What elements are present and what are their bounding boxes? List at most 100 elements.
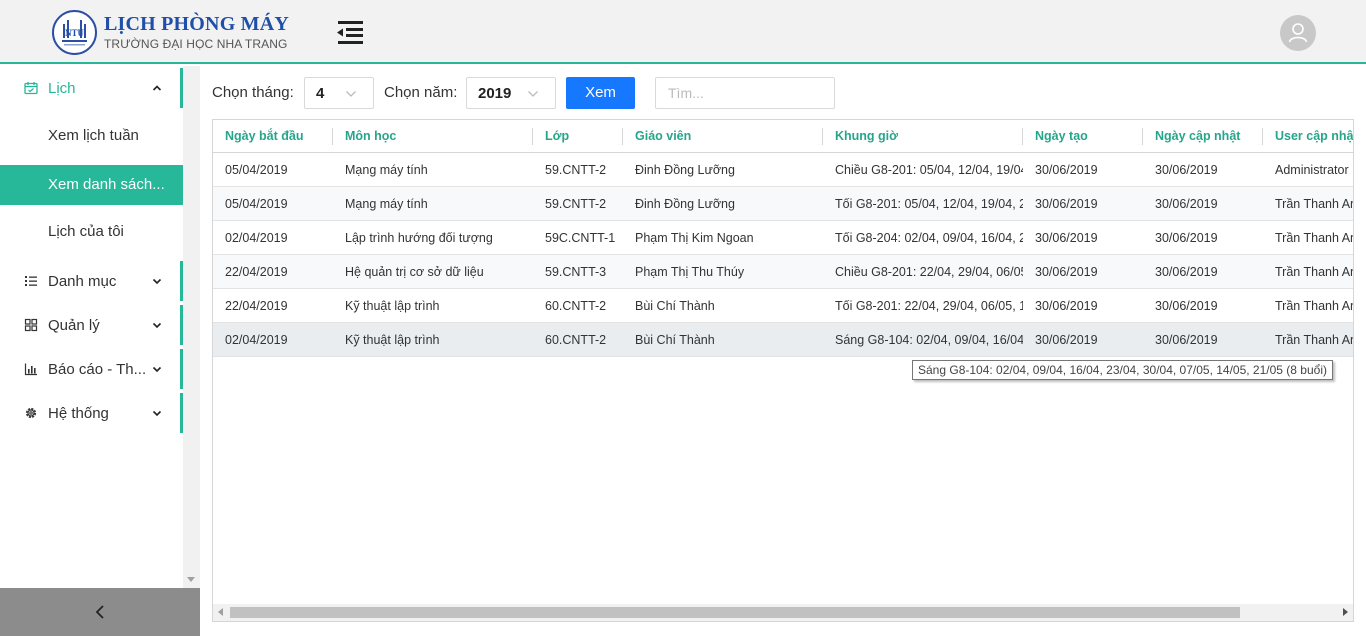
sidebar-item-xem-danh-sach[interactable]: Xem danh sách... bbox=[0, 165, 183, 205]
sidebar-item-lich[interactable]: Lịch bbox=[0, 68, 183, 108]
scrollbar-thumb[interactable] bbox=[230, 607, 1240, 618]
sidebar-scrollbar[interactable] bbox=[183, 66, 200, 588]
sidebar-item-he-thong[interactable]: Hệ thống bbox=[0, 393, 183, 433]
cell-teacher: Phạm Thị Kim Ngoan bbox=[635, 231, 754, 245]
year-label: Chọn năm: bbox=[384, 84, 458, 101]
cell-subject: Mạng máy tính bbox=[345, 197, 428, 211]
cell-class: 59C.CNTT-1 bbox=[545, 231, 616, 245]
sidebar-item-label: Hệ thống bbox=[48, 404, 109, 422]
scroll-left-arrow-icon[interactable] bbox=[218, 608, 223, 616]
column-header[interactable]: Khung giờ bbox=[823, 120, 1023, 153]
app-subtitle: TRƯỜNG ĐẠI HỌC NHA TRANG bbox=[104, 37, 288, 51]
column-separator[interactable] bbox=[822, 128, 823, 145]
app-header: NTU LỊCH PHÒNG MÁY TRƯỜNG ĐẠI HỌC NHA TR… bbox=[0, 0, 1366, 64]
column-separator[interactable] bbox=[332, 128, 333, 145]
cell-updated-by: Trần Thanh An bbox=[1275, 197, 1354, 211]
sidebar-item-lich-cua-toi[interactable]: Lịch của tôi bbox=[0, 212, 183, 252]
cell-class: 60.CNTT-2 bbox=[545, 299, 607, 313]
sidebar-item-danh-muc[interactable]: Danh mục bbox=[0, 261, 183, 301]
cell-time-slot: Sáng G8-104: 02/04, 09/04, 16/04, 2 bbox=[835, 333, 1023, 347]
cell-updated: 30/06/2019 bbox=[1155, 299, 1218, 313]
scroll-down-arrow-icon[interactable] bbox=[187, 577, 195, 582]
cell-start-date: 22/04/2019 bbox=[225, 265, 288, 279]
table-row[interactable]: 22/04/2019 Kỹ thuật lập trình 60.CNTT-2 … bbox=[213, 289, 1353, 323]
chevron-up-icon bbox=[152, 85, 162, 91]
sidebar-item-bao-cao[interactable]: Báo cáo - Th... bbox=[0, 349, 183, 389]
chevron-left-icon bbox=[95, 605, 104, 619]
chevron-down-icon bbox=[152, 278, 162, 285]
scroll-right-arrow-icon[interactable] bbox=[1343, 608, 1348, 616]
chevron-down-icon bbox=[152, 322, 162, 329]
year-select[interactable]: 2019 bbox=[466, 77, 556, 109]
table-row[interactable]: 05/04/2019 Mạng máy tính 59.CNTT-2 Đinh … bbox=[213, 187, 1354, 221]
column-separator[interactable] bbox=[532, 128, 533, 145]
table-row[interactable]: 22/04/2019 Hệ quản trị cơ sở dữ liệu 59.… bbox=[213, 255, 1354, 289]
table-row[interactable]: 05/04/2019 Mạng máy tính 59.CNTT-2 Đinh … bbox=[213, 153, 1353, 187]
cell-class: 59.CNTT-3 bbox=[545, 265, 607, 279]
user-avatar[interactable] bbox=[1280, 15, 1316, 51]
search-input[interactable] bbox=[655, 77, 835, 109]
cell-created: 30/06/2019 bbox=[1035, 299, 1098, 313]
bar-chart-icon bbox=[23, 361, 39, 377]
sidebar: Lịch Xem lịch tuần Xem danh sách... Lịch… bbox=[0, 66, 200, 636]
table-row[interactable]: 02/04/2019 Lập trình hướng đối tượng 59C… bbox=[213, 221, 1354, 255]
column-header[interactable]: Ngày bắt đầu bbox=[213, 120, 333, 153]
column-header[interactable]: Ngày cập nhật bbox=[1143, 120, 1263, 153]
year-value: 2019 bbox=[478, 85, 512, 102]
cell-class: 59.CNTT-2 bbox=[545, 197, 607, 211]
chevron-down-icon bbox=[346, 91, 356, 97]
column-header[interactable]: User cập nhật bbox=[1263, 120, 1353, 153]
chevron-down-icon bbox=[152, 410, 162, 417]
cell-start-date: 02/04/2019 bbox=[225, 231, 288, 245]
cell-time-slot: Tối G8-204: 02/04, 09/04, 16/04, 23 bbox=[835, 231, 1023, 245]
cell-start-date: 22/04/2019 bbox=[225, 299, 288, 313]
cell-time-slot: Chiều G8-201: 05/04, 12/04, 19/04, bbox=[835, 163, 1023, 177]
cell-subject: Lập trình hướng đối tượng bbox=[345, 231, 493, 245]
cell-teacher: Đinh Đồng Lưỡng bbox=[635, 197, 735, 211]
cell-time-slot: Tối G8-201: 05/04, 12/04, 19/04, 26 bbox=[835, 197, 1023, 211]
sidebar-collapse-button[interactable] bbox=[0, 588, 200, 636]
cell-class: 60.CNTT-2 bbox=[545, 333, 607, 347]
column-header[interactable]: Lớp bbox=[533, 120, 623, 153]
month-value: 4 bbox=[316, 85, 325, 102]
sidebar-item-label: Quản lý bbox=[48, 316, 100, 334]
cell-teacher: Bùi Chí Thành bbox=[635, 299, 715, 313]
column-header[interactable]: Ngày tạo bbox=[1023, 120, 1143, 153]
column-header[interactable]: Môn học bbox=[333, 120, 533, 153]
month-label: Chọn tháng: bbox=[212, 84, 294, 101]
column-separator[interactable] bbox=[1262, 128, 1263, 145]
cell-updated-by: Trần Thanh An bbox=[1275, 265, 1354, 279]
cell-updated: 30/06/2019 bbox=[1155, 231, 1218, 245]
ntu-logo: NTU bbox=[52, 10, 97, 55]
table-row[interactable]: 02/04/2019 Kỹ thuật lập trình 60.CNTT-2 … bbox=[213, 323, 1354, 357]
user-icon bbox=[1288, 23, 1308, 43]
cell-created: 30/06/2019 bbox=[1035, 231, 1098, 245]
grid-header: Ngày bắt đầu Môn học Lớp Giáo viên Khung… bbox=[213, 120, 1353, 153]
sidebar-item-label: Lịch bbox=[48, 79, 76, 97]
cell-class: 59.CNTT-2 bbox=[545, 163, 607, 177]
column-separator[interactable] bbox=[1022, 128, 1023, 145]
column-separator[interactable] bbox=[1142, 128, 1143, 145]
cell-start-date: 05/04/2019 bbox=[225, 197, 288, 211]
cell-subject: Mạng máy tính bbox=[345, 163, 428, 177]
sidebar-item-quan-ly[interactable]: Quản lý bbox=[0, 305, 183, 345]
sidebar-item-xem-lich-tuan[interactable]: Xem lịch tuần bbox=[0, 116, 183, 156]
cell-subject: Kỹ thuật lập trình bbox=[345, 299, 440, 313]
column-header[interactable]: Giáo viên bbox=[623, 120, 823, 153]
sidebar-item-label: Danh mục bbox=[48, 272, 117, 290]
cell-created: 30/06/2019 bbox=[1035, 265, 1098, 279]
horizontal-scrollbar[interactable] bbox=[213, 604, 1353, 621]
menu-toggle-icon[interactable] bbox=[334, 18, 366, 46]
column-separator[interactable] bbox=[622, 128, 623, 145]
svg-text:NTU: NTU bbox=[65, 28, 85, 38]
view-button[interactable]: Xem bbox=[566, 77, 635, 109]
cell-time-slot: Chiều G8-201: 22/04, 29/04, 06/05, bbox=[835, 265, 1023, 279]
cell-updated-by: Trần Thanh An bbox=[1275, 333, 1354, 347]
grid-icon bbox=[23, 317, 39, 333]
sidebar-item-label: Lịch của tôi bbox=[48, 223, 124, 240]
cell-created: 30/06/2019 bbox=[1035, 333, 1098, 347]
cell-updated-by: Trần Thanh An bbox=[1275, 231, 1354, 245]
month-select[interactable]: 4 bbox=[304, 77, 374, 109]
cell-teacher: Đinh Đồng Lưỡng bbox=[635, 163, 735, 177]
cell-teacher: Bùi Chí Thành bbox=[635, 333, 715, 347]
